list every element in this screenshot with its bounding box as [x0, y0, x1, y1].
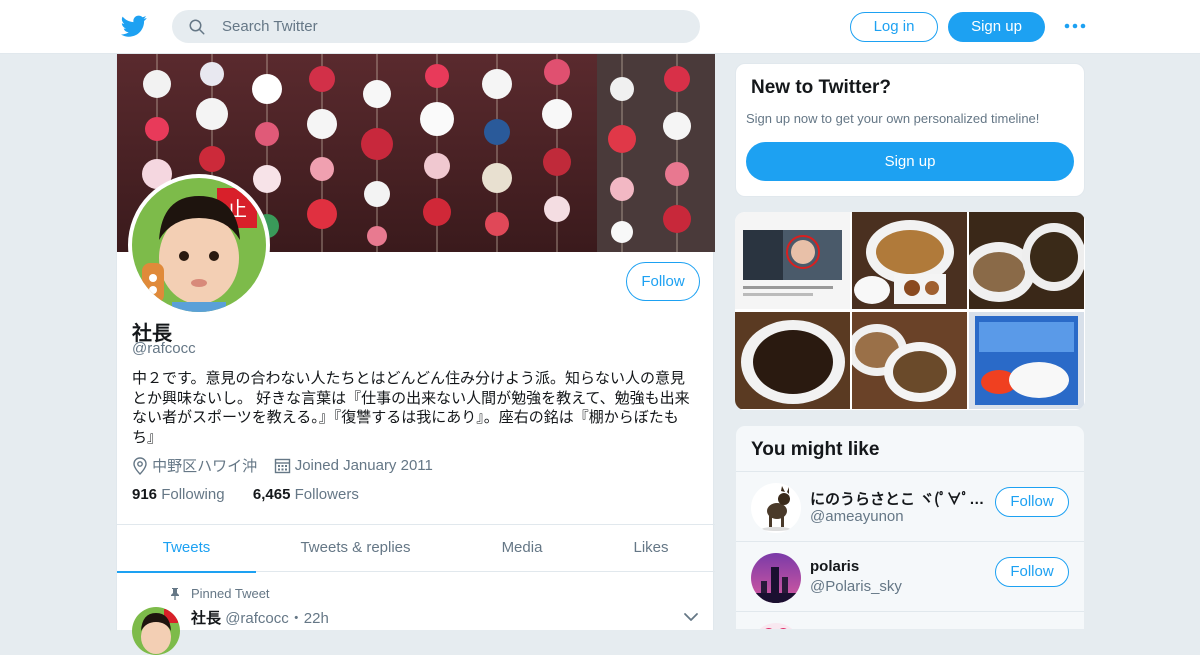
followers-count: 6,465 — [252, 486, 291, 503]
media-thumbnail[interactable] — [969, 312, 1084, 409]
suggested-account-handle[interactable]: @ameayunon — [810, 508, 904, 525]
profile-location: 中野区ハワイ沖 — [152, 458, 258, 475]
profile-column: 止 Follow 社長 @rafcocc 中２です。意見の合わない人たちとはどん… — [116, 54, 715, 655]
suggested-account-name[interactable]: polaris — [810, 558, 988, 575]
suggested-account[interactable]: にのうらさとこ ヾ(ﾟ∀ﾟ○… @ameayunon Follow — [736, 471, 1084, 541]
tab-tweets[interactable]: Tweets — [117, 525, 256, 573]
media-thumbnail[interactable] — [852, 212, 967, 309]
following-stat[interactable]: 916 Following — [132, 486, 225, 503]
signup-button[interactable]: Sign up — [948, 12, 1045, 42]
location-pin-icon — [133, 456, 147, 475]
profile-joined-date: Joined January 2011 — [294, 457, 433, 474]
suggested-follow-button[interactable]: Follow — [995, 487, 1069, 517]
suggested-account-avatar[interactable] — [751, 553, 801, 603]
tab-media[interactable]: Media — [482, 525, 562, 573]
profile-bio: 中２です。意見の合わない人たちとはどんどん住み分けよう派。知らない人の意見とか興… — [132, 370, 690, 446]
new-to-twitter-card: New to Twitter? Sign up now to get your … — [735, 63, 1085, 197]
followers-label: Followers — [294, 486, 359, 503]
suggested-account[interactable]: polaris @Polaris_sky Follow — [736, 541, 1084, 611]
calendar-icon — [274, 458, 290, 474]
more-options-icon[interactable] — [1064, 18, 1086, 34]
profile-stats: 916 Following 6,465 Followers — [132, 486, 359, 503]
media-thumbnail[interactable] — [735, 312, 850, 409]
you-might-like-heading: You might like — [751, 439, 880, 460]
new-to-twitter-subtitle: Sign up now to get your own personalized… — [746, 111, 1040, 126]
top-bar: Log in Sign up — [0, 0, 1200, 54]
suggested-account-avatar[interactable] — [751, 483, 801, 533]
new-to-twitter-heading: New to Twitter? — [751, 77, 892, 98]
tweet-header: 社長 @rafcocc・22h — [191, 607, 329, 628]
profile-meta: 中野区ハワイ沖 Joined January 2011 — [132, 455, 433, 475]
pin-icon — [171, 588, 179, 600]
search-box[interactable] — [172, 10, 700, 43]
tab-likes[interactable]: Likes — [617, 525, 685, 573]
tab-tweets-and-replies[interactable]: Tweets & replies — [287, 525, 424, 573]
chevron-down-icon[interactable] — [683, 610, 699, 624]
suggested-follow-button[interactable]: Follow — [995, 557, 1069, 587]
sidebar-signup-button[interactable]: Sign up — [746, 142, 1074, 181]
pinned-tweet-label: Pinned Tweet — [171, 586, 270, 601]
suggested-account-handle[interactable]: @Polaris_sky — [810, 578, 902, 595]
suggested-account-name[interactable]: にのうらさとこ ヾ(ﾟ∀ﾟ○… — [810, 488, 988, 509]
login-button[interactable]: Log in — [850, 12, 938, 42]
profile-handle[interactable]: @rafcocc — [132, 340, 196, 357]
media-thumbnail[interactable] — [969, 212, 1084, 309]
follow-button[interactable]: Follow — [626, 262, 700, 301]
you-might-like-card: You might like にのうらさとこ ヾ(ﾟ∀ﾟ○… @ameayuno… — [735, 425, 1085, 630]
followers-stat[interactable]: 6,465 Followers — [253, 486, 359, 503]
following-count: 916 — [132, 486, 158, 503]
media-thumbnail[interactable] — [735, 212, 850, 309]
tweet-author-name[interactable]: 社長 — [191, 610, 221, 627]
suggested-account-avatar[interactable] — [751, 623, 801, 629]
search-icon — [189, 19, 205, 35]
media-thumbnail[interactable] — [852, 312, 967, 409]
suggested-account[interactable] — [736, 611, 1084, 629]
tweet-author-handle[interactable]: @rafcocc — [225, 610, 289, 627]
tweet-timestamp[interactable]: 22h — [304, 610, 329, 627]
twitter-bird-icon[interactable] — [120, 13, 148, 39]
following-label: Following — [161, 486, 225, 503]
profile-tabs: Tweets Tweets & replies Media Likes — [117, 524, 715, 573]
tweet-separator: ・ — [288, 610, 304, 627]
media-grid — [735, 212, 1085, 410]
profile-avatar[interactable]: 止 — [128, 174, 270, 316]
tweet-author-avatar[interactable] — [132, 607, 180, 655]
search-input[interactable] — [222, 10, 682, 43]
